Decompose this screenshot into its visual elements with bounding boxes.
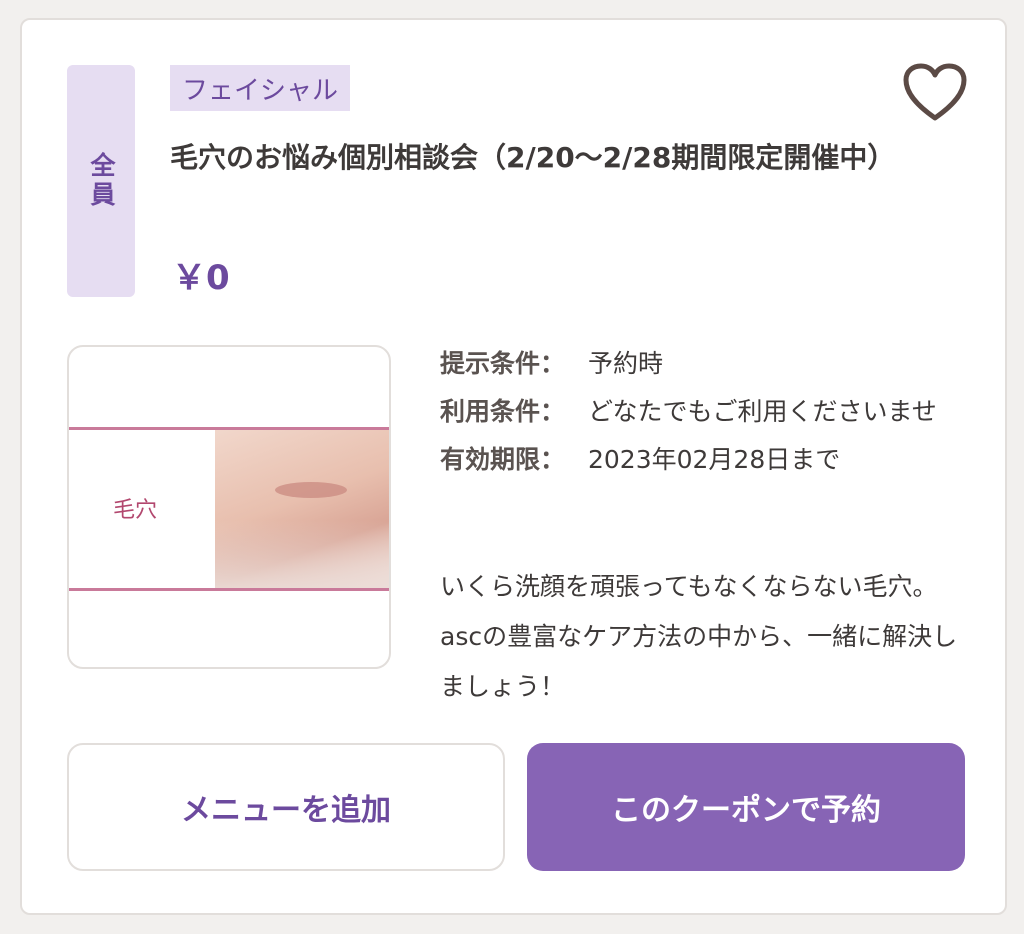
face-photo-lips <box>275 482 347 498</box>
condition-row: 利用条件： どなたでもご利用くださいませ <box>440 388 960 436</box>
heart-outline-icon <box>903 63 967 121</box>
condition-row: 有効期限： 2023年02月28日まで <box>440 436 960 484</box>
condition-value: どなたでもご利用くださいませ <box>588 397 937 426</box>
image-banner: 毛穴 <box>69 427 389 591</box>
condition-value: 2023年02月28日まで <box>588 445 841 474</box>
image-caption: 毛穴 <box>113 498 158 523</box>
coupon-card: 全員 フェイシャル 毛穴のお悩み個別相談会（2/20〜2/28期間限定開催中） … <box>20 18 1007 915</box>
face-photo-shade <box>215 520 389 588</box>
face-photo <box>215 430 389 588</box>
coupon-description: いくら洗顔を頑張ってもなくならない毛穴。ascの豊富なケア方法の中から、一緒に解… <box>440 572 958 701</box>
condition-row: 提示条件： 予約時 <box>440 340 960 388</box>
coupon-price: ￥0 <box>172 258 230 298</box>
category-tag: フェイシャル <box>170 65 351 111</box>
reserve-with-coupon-button[interactable]: このクーポンで予約 <box>527 743 965 871</box>
condition-label: 利用条件： <box>440 397 566 426</box>
target-label: 全員 <box>87 152 116 210</box>
coupon-conditions: 提示条件： 予約時 利用条件： どなたでもご利用くださいませ 有効期限： 202… <box>440 340 960 484</box>
coupon-image: 毛穴 <box>67 345 391 669</box>
condition-label: 有効期限： <box>440 445 566 474</box>
favorite-button[interactable] <box>902 62 968 124</box>
condition-value: 予約時 <box>588 349 664 378</box>
add-menu-button[interactable]: メニューを追加 <box>67 743 505 871</box>
coupon-title: 毛穴のお悩み個別相談会（2/20〜2/28期間限定開催中） <box>170 141 896 174</box>
target-badge: 全員 <box>67 65 135 297</box>
condition-label: 提示条件： <box>440 349 566 378</box>
